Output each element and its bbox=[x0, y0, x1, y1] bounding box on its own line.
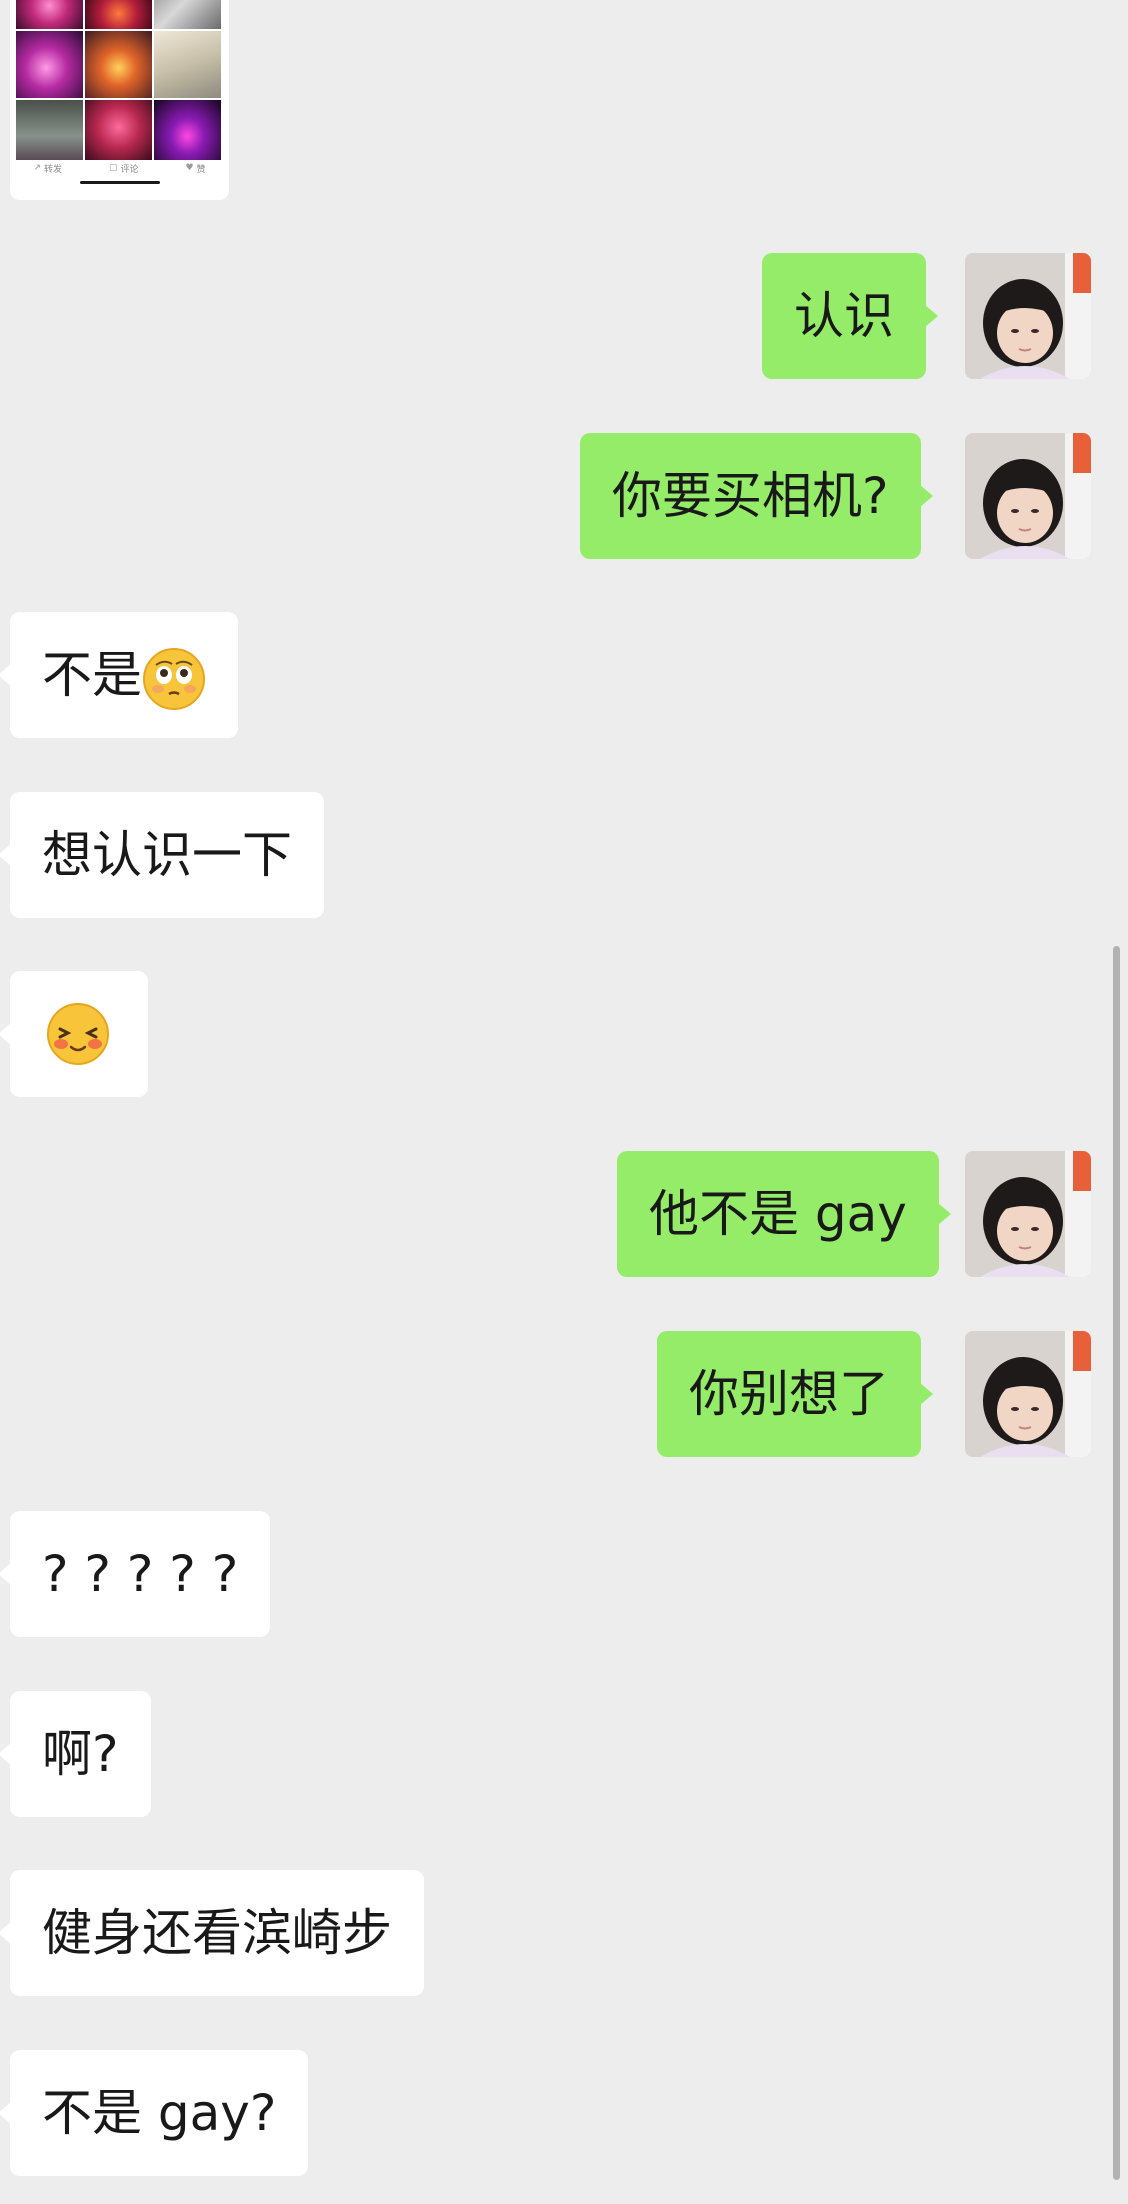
photo-thumbnail[interactable] bbox=[85, 31, 152, 98]
photo-thumbnail[interactable] bbox=[16, 100, 83, 160]
message-text: 不是 bbox=[42, 646, 142, 704]
avatar-image bbox=[965, 253, 1091, 379]
message-text: 啊? bbox=[42, 1725, 119, 1783]
user-avatar[interactable] bbox=[965, 433, 1091, 559]
incoming-message-bubble[interactable] bbox=[0, 971, 148, 1097]
incoming-message-bubble[interactable]: 想认识一下 bbox=[0, 792, 324, 918]
incoming-message-bubble[interactable]: ? ? ? ? ? bbox=[0, 1511, 271, 1637]
share-label: 转发 bbox=[44, 164, 63, 175]
card-action-bar: ↗ 转发 ▢ 评论 ♥ 赞 bbox=[10, 160, 229, 176]
share-icon: ↗ bbox=[33, 163, 42, 173]
user-avatar[interactable] bbox=[965, 253, 1091, 379]
home-indicator bbox=[80, 181, 160, 184]
comment-action[interactable]: ▢ 评论 bbox=[109, 162, 139, 175]
message-text: 不是 gay? bbox=[42, 2084, 277, 2142]
message-text: 想认识一下 bbox=[42, 826, 292, 884]
photo-thumbnail[interactable] bbox=[16, 31, 83, 98]
photo-thumbnail[interactable] bbox=[154, 31, 221, 98]
message-text: 你要买相机? bbox=[612, 467, 889, 525]
user-avatar[interactable] bbox=[965, 1331, 1091, 1457]
message-text: 健身还看滨崎步 bbox=[42, 1904, 392, 1962]
comment-label: 评论 bbox=[120, 164, 139, 175]
comment-icon: ▢ bbox=[108, 163, 118, 173]
outgoing-message-bubble[interactable]: 认识 bbox=[762, 253, 938, 379]
message-text: 认识 bbox=[794, 287, 894, 345]
message-text: 你别想了 bbox=[689, 1365, 889, 1423]
incoming-message-bubble[interactable]: 啊? bbox=[0, 1691, 151, 1817]
flushed-face-icon bbox=[142, 647, 206, 711]
photo-thumbnail[interactable] bbox=[154, 0, 221, 29]
outgoing-message-bubble[interactable]: 他不是 gay bbox=[617, 1151, 951, 1277]
blushing-face-icon bbox=[46, 1002, 110, 1066]
photo-grid bbox=[16, 0, 223, 160]
message-text: ? ? ? ? ? bbox=[42, 1545, 239, 1603]
like-action[interactable]: ♥ 赞 bbox=[185, 162, 205, 175]
incoming-message-bubble[interactable]: 健身还看滨崎步 bbox=[0, 1870, 424, 1996]
shared-photo-card[interactable]: ↗ 转发 ▢ 评论 ♥ 赞 bbox=[10, 0, 229, 200]
user-avatar[interactable] bbox=[965, 1151, 1091, 1277]
message-text: 他不是 gay bbox=[649, 1185, 907, 1243]
like-icon: ♥ bbox=[185, 163, 194, 173]
avatar-image bbox=[965, 1331, 1091, 1457]
outgoing-message-bubble[interactable]: 你要买相机? bbox=[580, 433, 933, 559]
photo-thumbnail[interactable] bbox=[85, 0, 152, 29]
photo-thumbnail[interactable] bbox=[154, 100, 221, 160]
share-action[interactable]: ↗ 转发 bbox=[33, 162, 62, 175]
photo-thumbnail[interactable] bbox=[16, 0, 83, 29]
incoming-message-bubble[interactable]: 不是 bbox=[0, 612, 238, 738]
avatar-image bbox=[965, 1151, 1091, 1277]
incoming-message-bubble[interactable]: 不是 gay? bbox=[0, 2050, 309, 2176]
scrollbar[interactable] bbox=[1113, 946, 1120, 2180]
photo-thumbnail[interactable] bbox=[85, 100, 152, 160]
chat-area: ↗ 转发 ▢ 评论 ♥ 赞 认识 你要买相机? 不是 想认识一下 他不是 gay… bbox=[0, 0, 1128, 2204]
like-label: 赞 bbox=[196, 164, 206, 175]
avatar-image bbox=[965, 433, 1091, 559]
outgoing-message-bubble[interactable]: 你别想了 bbox=[657, 1331, 933, 1457]
